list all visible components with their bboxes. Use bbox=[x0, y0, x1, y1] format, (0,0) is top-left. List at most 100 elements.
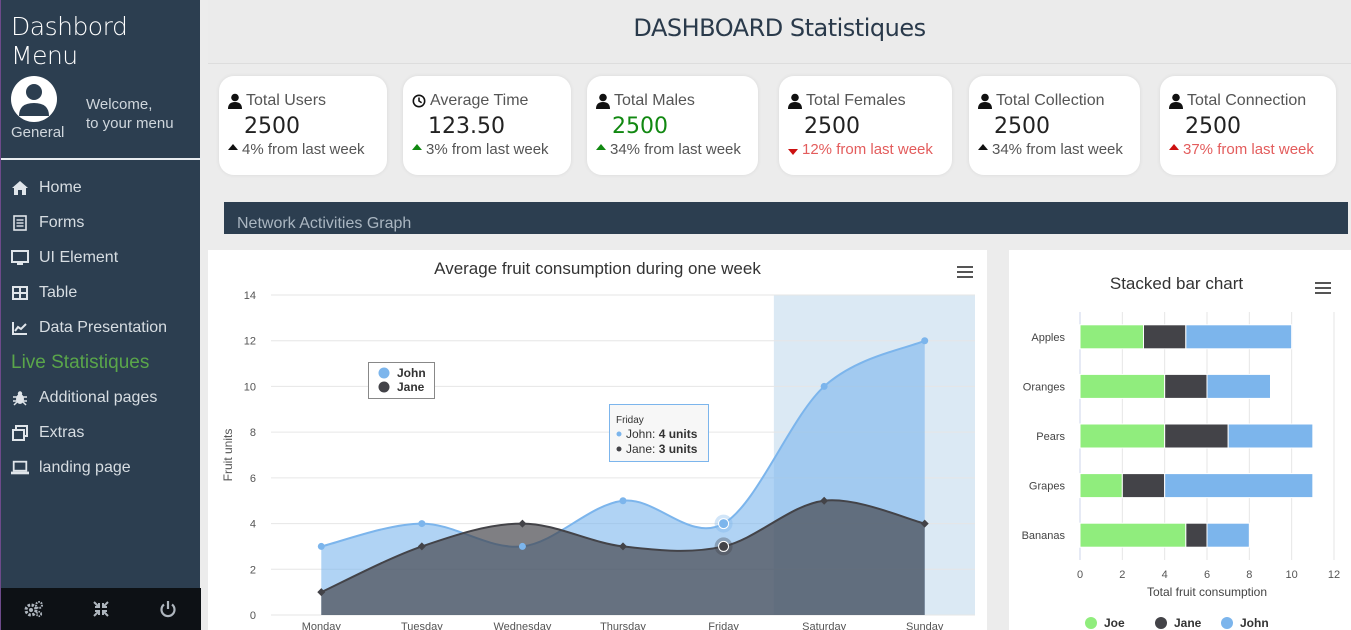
sidebar-item-home[interactable]: Home bbox=[1, 170, 201, 205]
bar-segment-joe bbox=[1079, 473, 1123, 499]
sidebar-item-ui-element[interactable]: UI Element bbox=[1, 240, 201, 275]
y-tick-label: Grapes bbox=[1029, 481, 1066, 493]
bar-segment-john bbox=[1206, 373, 1271, 399]
data-point-john bbox=[518, 542, 526, 550]
card-change: 12% from last week bbox=[802, 141, 933, 158]
x-tick-label: 8 bbox=[1246, 569, 1252, 581]
power-icon[interactable] bbox=[158, 599, 178, 619]
chart-tooltip: FridayJohn: 4 unitsJane: 3 units bbox=[609, 404, 709, 462]
stat-card-total-males[interactable]: Total Males 2500 34% from last week bbox=[587, 76, 758, 175]
legend-marker bbox=[1221, 617, 1233, 629]
x-axis-label: Total fruit consumption bbox=[1147, 585, 1267, 599]
bar-segment-john bbox=[1185, 324, 1293, 350]
stat-card-total-connection[interactable]: Total Connection 2500 37% from last week bbox=[1160, 76, 1336, 175]
user-icon bbox=[978, 93, 992, 109]
data-point-john bbox=[921, 337, 929, 345]
sidebar-item-table[interactable]: Table bbox=[1, 275, 201, 310]
legend-label: Joe bbox=[1104, 616, 1125, 630]
bar-segment-joe bbox=[1079, 522, 1187, 548]
sidebar: Dashbord Menu General Welcome, to your m… bbox=[0, 0, 201, 630]
legend-label: John bbox=[1240, 616, 1269, 630]
x-tick-label: Tuesday bbox=[401, 621, 443, 630]
form-icon bbox=[11, 214, 29, 232]
home-icon bbox=[11, 179, 29, 197]
hover-point bbox=[718, 518, 730, 530]
stat-card-total-collection[interactable]: Total Collection 2500 34% from last week bbox=[969, 76, 1140, 175]
bar-segment-jane bbox=[1185, 522, 1208, 548]
card-value: 2500 bbox=[244, 114, 300, 139]
stat-card-total-females[interactable]: Total Females 2500 12% from last week bbox=[779, 76, 952, 175]
sidebar-item-landing-page[interactable]: landing page bbox=[1, 450, 201, 485]
y-tick-label: 2 bbox=[250, 564, 256, 576]
clock-icon bbox=[412, 93, 426, 109]
sidebar-item-data-presentation[interactable]: Data Presentation bbox=[1, 310, 201, 345]
bar-segment-john bbox=[1206, 522, 1250, 548]
windows-icon bbox=[11, 424, 29, 442]
legend-label: Jane bbox=[1174, 616, 1202, 630]
tooltip-marker bbox=[616, 431, 622, 437]
sidebar-item-forms[interactable]: Forms bbox=[1, 205, 201, 240]
hover-point bbox=[718, 540, 730, 552]
data-point-john bbox=[619, 497, 627, 505]
legend-marker bbox=[378, 367, 390, 379]
user-icon bbox=[788, 93, 802, 109]
x-tick-label: Thursday bbox=[600, 621, 646, 630]
data-point-john bbox=[820, 382, 828, 390]
stat-card-average-time[interactable]: Average Time 123.50 3% from last week bbox=[403, 76, 571, 175]
y-axis-label: Fruit units bbox=[221, 429, 235, 482]
x-tick-label: 2 bbox=[1119, 569, 1125, 581]
sidebar-item-label: Live Statistiques bbox=[11, 351, 150, 373]
sidebar-item-extras[interactable]: Extras bbox=[1, 415, 201, 450]
card-title: Total Males bbox=[614, 92, 695, 109]
trend-up-icon bbox=[228, 143, 238, 150]
bar-segment-joe bbox=[1079, 423, 1166, 449]
laptop-icon bbox=[11, 459, 29, 477]
y-tick-label: Pears bbox=[1036, 431, 1065, 443]
sidebar-divider bbox=[1, 158, 201, 160]
sidebar-item-label: landing page bbox=[39, 458, 131, 476]
bar-segment-jane bbox=[1164, 373, 1208, 399]
card-change: 34% from last week bbox=[610, 141, 741, 158]
sidebar-item-live-statistiques[interactable]: Live Statistiques bbox=[1, 345, 201, 380]
card-title: Total Users bbox=[246, 92, 327, 109]
card-change: 34% from last week bbox=[992, 141, 1123, 158]
x-tick-label: 6 bbox=[1204, 569, 1210, 581]
card-change: 4% from last week bbox=[242, 141, 365, 158]
trend-up-icon bbox=[412, 143, 422, 150]
card-title: Total Collection bbox=[996, 92, 1105, 109]
x-tick-label: Sunday bbox=[906, 621, 944, 630]
area-chart: 0 2 4 6 8 10 12 14 Fruit units Monday Tuesday Wedne… bbox=[221, 290, 975, 630]
stat-card-total-users[interactable]: Total Users 2500 4% from last week bbox=[219, 76, 387, 175]
x-tick-label: Monday bbox=[302, 621, 342, 630]
data-point-john bbox=[418, 520, 426, 528]
bar-segment-joe bbox=[1079, 373, 1166, 399]
card-value: 2500 bbox=[994, 114, 1050, 139]
bar-segment-john bbox=[1164, 473, 1314, 499]
user-icon bbox=[228, 93, 242, 109]
sidebar-item-label: Home bbox=[39, 178, 82, 196]
legend-label: Jane bbox=[397, 380, 425, 394]
user-role: General bbox=[11, 124, 65, 141]
stacked-bar-chart: 0 2 4 6 8 10 12 Total fruit consumption Apples Or… bbox=[1022, 312, 1340, 630]
tooltip-header: Friday bbox=[616, 415, 644, 426]
sidebar-item-additional-pages[interactable]: Additional pages bbox=[1, 380, 201, 415]
monitor-icon bbox=[11, 249, 29, 267]
card-change: 3% from last week bbox=[426, 141, 549, 158]
trend-up-icon bbox=[978, 143, 988, 150]
x-tick-label: Friday bbox=[708, 621, 739, 630]
x-tick-label: 10 bbox=[1286, 569, 1298, 581]
y-tick-label: Oranges bbox=[1023, 381, 1066, 393]
x-tick-label: 4 bbox=[1162, 569, 1168, 581]
page-header: DASHBOARD Statistiques bbox=[208, 0, 1351, 64]
card-value: 123.50 bbox=[428, 114, 505, 139]
table-icon bbox=[11, 284, 29, 302]
bar-segment-john bbox=[1227, 423, 1314, 449]
bug-icon bbox=[11, 389, 29, 407]
tooltip-line: John: 4 units bbox=[626, 427, 698, 441]
x-tick-label: 12 bbox=[1328, 569, 1340, 581]
x-tick-label: Wednesday bbox=[493, 621, 551, 630]
compress-icon[interactable] bbox=[91, 599, 111, 619]
settings-icon[interactable] bbox=[24, 599, 44, 619]
y-tick-label: 0 bbox=[250, 610, 256, 622]
avatar[interactable] bbox=[11, 76, 57, 122]
